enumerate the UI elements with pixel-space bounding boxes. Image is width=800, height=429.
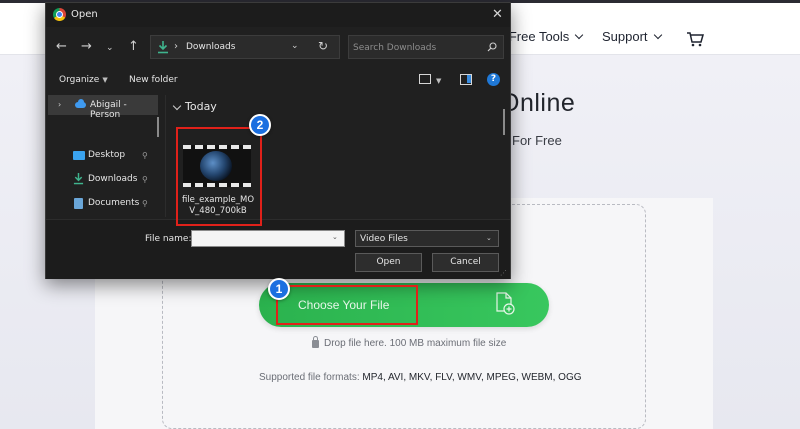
dialog-toolbar: Organize ▼ New folder ▼ ? bbox=[46, 69, 510, 93]
address-bar[interactable]: › Downloads ⌄ bbox=[150, 35, 340, 59]
formats-list: MP4, AVI, MKV, FLV, WMV, MPEG, WEBM, OGG bbox=[362, 372, 582, 383]
search-box[interactable] bbox=[348, 35, 504, 59]
chevron-down-icon bbox=[653, 30, 662, 39]
documents-icon bbox=[74, 198, 83, 209]
sidebar-scrollbar[interactable] bbox=[157, 117, 159, 137]
chevron-down-icon[interactable]: ⌄ bbox=[332, 233, 338, 241]
sidebar-item-onedrive[interactable]: › Abigail - Person bbox=[48, 95, 158, 120]
pin-icon: ⚲ bbox=[142, 151, 148, 160]
open-button[interactable]: Open bbox=[355, 253, 422, 272]
refresh-icon[interactable]: ↻ bbox=[318, 39, 328, 53]
hero-subtitle: For Free bbox=[512, 133, 562, 148]
supported-formats: Supported file formats: MP4, AVI, MKV, F… bbox=[259, 372, 582, 383]
onedrive-icon bbox=[75, 99, 86, 108]
search-input[interactable] bbox=[353, 40, 478, 55]
dialog-titlebar: Open ✕ bbox=[46, 3, 510, 27]
group-header-today[interactable]: Today bbox=[185, 100, 217, 113]
recent-locations-icon[interactable]: ⌄ bbox=[106, 42, 114, 55]
chevron-down-icon: ⌄ bbox=[486, 234, 492, 242]
back-arrow-icon[interactable]: ← bbox=[56, 40, 67, 53]
dialog-footer: File name: ⌄ Video Files ⌄ Open Cancel ⋰ bbox=[46, 219, 510, 279]
file-name-combo[interactable]: ⌄ bbox=[191, 230, 345, 247]
navigation-pane: › Abigail - Person Desktop ⚲ Downloads ⚲… bbox=[46, 95, 164, 217]
highlight-file-box bbox=[176, 127, 262, 226]
add-file-icon bbox=[496, 292, 515, 315]
sidebar-item-label: Documents bbox=[88, 198, 140, 208]
file-name-field-label: File name: bbox=[145, 234, 192, 244]
downloads-icon bbox=[158, 41, 168, 54]
nav-support-label: Support bbox=[602, 29, 648, 44]
file-type-value: Video Files bbox=[360, 234, 408, 244]
preview-pane-icon[interactable] bbox=[460, 74, 472, 85]
forward-arrow-icon[interactable]: → bbox=[81, 40, 92, 53]
address-path[interactable]: Downloads bbox=[186, 42, 235, 52]
close-icon[interactable]: ✕ bbox=[492, 7, 503, 22]
pin-icon: ⚲ bbox=[142, 199, 148, 208]
open-file-dialog: Open ✕ ← → ⌄ ↑ › Downloads ⌄ ↻ Organize▼… bbox=[45, 2, 511, 279]
highlight-choose-box bbox=[276, 285, 418, 325]
caret-down-icon: ▼ bbox=[102, 76, 108, 84]
sidebar-item-label: Downloads bbox=[88, 174, 138, 184]
new-folder-button[interactable]: New folder bbox=[129, 75, 178, 85]
step-2-badge: 2 bbox=[249, 114, 271, 136]
formats-label: Supported file formats: bbox=[259, 372, 360, 383]
sidebar-item-label: Desktop bbox=[88, 150, 126, 160]
hero-title: Online bbox=[500, 89, 576, 117]
chevron-down-icon[interactable] bbox=[172, 101, 182, 111]
caret-down-icon[interactable]: ▼ bbox=[436, 77, 441, 85]
up-arrow-icon[interactable]: ↑ bbox=[128, 40, 139, 53]
breadcrumb-separator-icon: › bbox=[174, 41, 178, 52]
drop-hint-text: Drop file here. 100 MB maximum file size bbox=[324, 338, 507, 349]
file-name-input[interactable] bbox=[194, 232, 326, 245]
view-options-icon[interactable] bbox=[419, 74, 431, 84]
lock-icon bbox=[312, 335, 319, 348]
expand-arrow-icon[interactable]: › bbox=[58, 100, 61, 109]
step-1-badge: 1 bbox=[268, 278, 290, 300]
help-icon[interactable]: ? bbox=[487, 73, 500, 86]
search-icon[interactable] bbox=[487, 42, 497, 52]
chevron-down-icon[interactable]: ⌄ bbox=[291, 41, 299, 51]
sidebar-item-label: Abigail - Person bbox=[90, 100, 127, 120]
chevron-down-icon bbox=[575, 30, 584, 39]
resize-grip-icon[interactable]: ⋰ bbox=[500, 269, 507, 277]
nav-support[interactable]: Support bbox=[602, 29, 662, 44]
organize-label: Organize bbox=[59, 75, 100, 85]
file-list-scrollbar[interactable] bbox=[503, 109, 505, 135]
desktop-icon bbox=[73, 151, 85, 160]
pin-icon: ⚲ bbox=[142, 175, 148, 184]
organize-menu[interactable]: Organize ▼ bbox=[59, 75, 108, 85]
file-type-select[interactable]: Video Files ⌄ bbox=[355, 230, 499, 247]
chrome-icon bbox=[53, 8, 66, 21]
drop-hint: Drop file here. 100 MB maximum file size bbox=[312, 335, 507, 349]
cancel-button[interactable]: Cancel bbox=[432, 253, 499, 272]
downloads-icon bbox=[73, 173, 84, 185]
cart-icon[interactable] bbox=[686, 31, 704, 47]
dialog-title: Open bbox=[71, 9, 98, 20]
